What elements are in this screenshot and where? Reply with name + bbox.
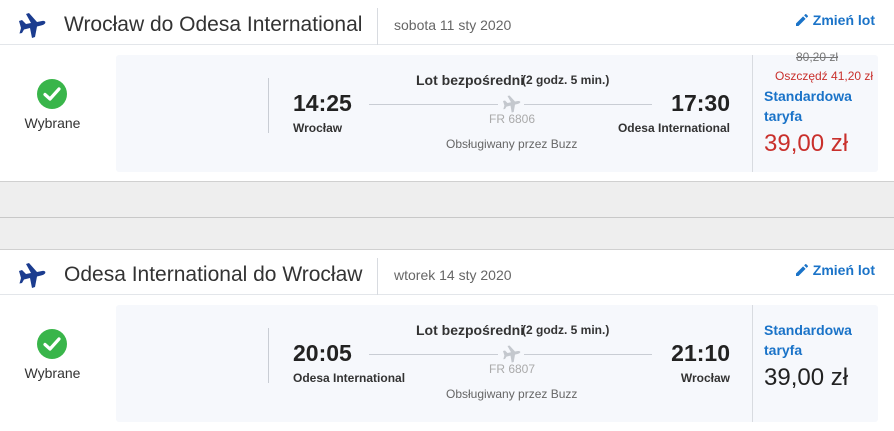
airplane-small-icon	[503, 95, 521, 113]
route-line-right	[524, 104, 652, 105]
departure-time: 20:05	[293, 340, 352, 366]
operator-text: Obsługiwany przez Buzz	[446, 387, 578, 401]
return-flight-section: Odesa International do Wrocław wtorek 14…	[0, 250, 894, 431]
operator-text: Obsługiwany przez Buzz	[446, 137, 578, 151]
price-divider	[752, 55, 753, 172]
flight-type: Lot bezpośredni	[416, 322, 525, 338]
pencil-icon	[795, 14, 808, 26]
pencil-icon	[795, 264, 808, 276]
arrival-city: Odesa International	[617, 121, 730, 135]
airplane-icon	[19, 263, 46, 288]
selected-status: Wybrane	[0, 295, 105, 431]
arrival-time: 17:30	[671, 90, 730, 116]
flight-card[interactable]: Lot bezpośredni (2 godz. 5 min.) 14:25 1…	[116, 50, 878, 172]
selected-label: Wybrane	[24, 115, 81, 131]
separator-band	[0, 181, 894, 218]
route-title: Wrocław do Odesa International	[64, 13, 363, 36]
card-divider	[268, 328, 269, 383]
flight-duration: (2 godz. 5 min.)	[522, 323, 610, 337]
airplane-small-icon	[503, 345, 521, 363]
selected-status: Wybrane	[0, 45, 105, 181]
change-flight-link[interactable]: Zmień lot	[795, 12, 875, 28]
route-line-left	[369, 354, 498, 355]
flight-card[interactable]: Lot bezpośredni (2 godz. 5 min.) 20:05 2…	[116, 305, 878, 422]
price-amount: 39,00 zł	[764, 130, 849, 157]
change-flight-link[interactable]: Zmień lot	[795, 262, 875, 278]
price-divider	[752, 305, 753, 422]
flight-number: FR 6806	[489, 112, 536, 126]
header-divider	[377, 8, 378, 45]
departure-city: Odesa International	[293, 371, 406, 385]
route-title: Odesa International do Wrocław	[64, 263, 363, 286]
airplane-icon	[19, 13, 46, 38]
change-flight-label: Zmień lot	[812, 12, 875, 28]
route-line-right	[524, 354, 652, 355]
savings-text: Oszczędź 41,20 zł	[775, 69, 874, 83]
flight-duration: (2 godz. 5 min.)	[522, 73, 610, 87]
outbound-header: Wrocław do Odesa International sobota 11…	[0, 0, 894, 45]
arrival-city: Wrocław	[680, 371, 730, 385]
departure-city: Wrocław	[293, 121, 343, 135]
return-header: Odesa International do Wrocław wtorek 14…	[0, 250, 894, 295]
old-price: 80,20 zł	[796, 50, 839, 64]
arrival-time: 21:10	[671, 340, 730, 366]
route-line-left	[369, 104, 498, 105]
flight-number: FR 6807	[489, 362, 536, 376]
departure-time: 14:25	[293, 90, 352, 116]
flight-date: sobota 11 sty 2020	[394, 17, 512, 33]
flight-type: Lot bezpośredni	[416, 72, 525, 88]
selected-label: Wybrane	[24, 365, 81, 381]
header-divider	[377, 258, 378, 295]
fare-type[interactable]: Standardowa taryfa	[764, 320, 864, 360]
outbound-flight-section: Wrocław do Odesa International sobota 11…	[0, 0, 894, 181]
price-amount: 39,00 zł	[764, 364, 849, 391]
change-flight-label: Zmień lot	[812, 262, 875, 278]
checkmark-circle-icon	[37, 79, 67, 109]
checkmark-circle-icon	[37, 329, 67, 359]
card-divider	[268, 78, 269, 133]
fare-type[interactable]: Standardowa taryfa	[764, 86, 864, 126]
flight-date: wtorek 14 sty 2020	[394, 267, 512, 283]
separator-band-lower	[0, 218, 894, 250]
